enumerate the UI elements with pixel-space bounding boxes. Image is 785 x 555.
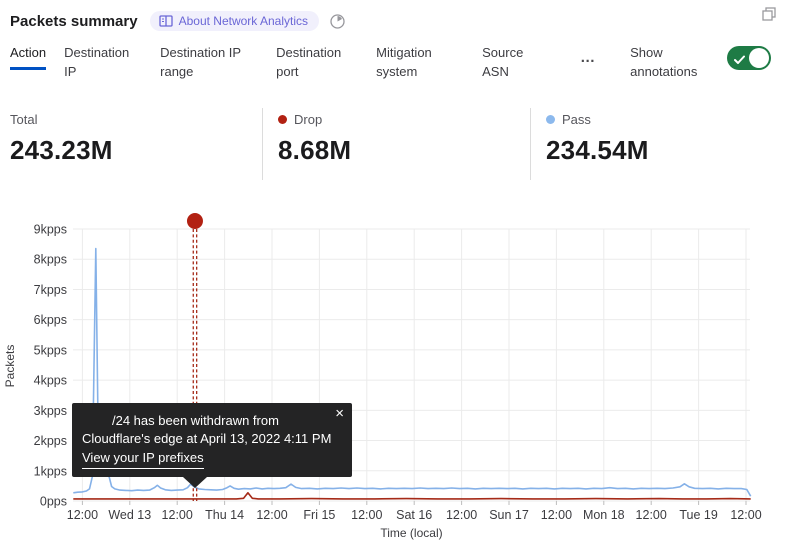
y-tick-label: 7kpps [34,283,67,297]
stat-label: Drop [294,112,322,127]
tab-destination-port[interactable]: Destination port [276,44,358,82]
tab-label: Action [10,44,46,70]
x-tick-label: Sun 17 [489,508,529,522]
x-tick-label: Tue 19 [679,508,718,522]
card-header: Packets summary About Network Analytics [10,8,775,34]
tooltip-line1: /24 has been withdrawn from [82,412,342,430]
x-tick-label: Wed 13 [108,508,151,522]
show-annotations-toggle[interactable] [727,46,771,70]
x-tick-label: Mon 18 [583,508,625,522]
stat-value: 243.23M [10,135,262,166]
y-tick-label: 8kpps [34,253,67,267]
tab-mitigation-system[interactable]: Mitigation system [376,44,464,82]
time-range-icon[interactable] [329,13,346,30]
tab-destination-ip[interactable]: Destination IP [64,44,142,82]
x-tick-label: 12:00 [256,508,287,522]
badge-label: About Network Analytics [179,14,308,28]
more-tabs-button[interactable]: … [580,44,596,73]
y-tick-label: 4kpps [34,374,67,388]
check-icon [734,52,745,71]
annotation-marker[interactable] [187,213,203,229]
drop-legend-dot [278,115,287,124]
packets-chart: 9kpps 8kpps 7kpps 6kpps 5kpps 4kpps 3kpps 2kpps… [0,200,785,550]
x-tick-label: 12:00 [730,508,761,522]
x-tick-label: Fri 15 [303,508,335,522]
book-icon [159,15,173,27]
x-tick-label: 12:00 [351,508,382,522]
dimension-tabs: Action Destination IP Destination IP range… [10,44,785,82]
stats-row: Total 243.23M Drop 8.68M Pass 234.54M [10,108,770,180]
stat-value: 234.54M [546,135,770,166]
close-icon[interactable]: × [335,405,344,423]
y-tick-label: 0pps [40,495,67,509]
x-tick-label: 12:00 [67,508,98,522]
y-tick-label: 3kpps [34,404,67,418]
tab-label: Destination IP [64,45,129,79]
tooltip-line2: Cloudflare's edge at April 13, 2022 4:11… [82,430,342,448]
stat-total: Total 243.23M [10,108,262,180]
show-annotations-label: Show annotations [630,44,709,82]
x-tick-label: 12:00 [162,508,193,522]
stat-pass: Pass 234.54M [530,108,770,180]
series-drop-line [73,493,750,499]
tab-label: Mitigation system [376,45,432,79]
x-tick-label: 12:00 [636,508,667,522]
pass-legend-dot [546,115,555,124]
x-tick-label: Thu 14 [205,508,244,522]
y-tick-label: 2kpps [34,434,67,448]
popout-icon[interactable] [761,6,777,27]
x-tick-label: 12:00 [446,508,477,522]
view-ip-prefixes-link[interactable]: View your IP prefixes [82,449,204,469]
page-title: Packets summary [10,13,138,30]
tab-label: Source ASN [482,45,523,79]
x-tick-label: 12:00 [541,508,572,522]
toggle-knob [749,48,769,68]
tab-action[interactable]: Action [10,44,46,70]
y-tick-label: 6kpps [34,313,67,327]
y-tick-label: 9kpps [34,223,67,237]
x-tick-label: Sat 16 [396,508,432,522]
stat-label: Pass [562,112,591,127]
x-axis-title: Time (local) [380,526,442,540]
stat-value: 8.68M [278,135,530,166]
about-network-analytics-badge[interactable]: About Network Analytics [150,11,319,31]
tab-destination-ip-range[interactable]: Destination IP range [160,44,258,82]
y-tick-label: 5kpps [34,343,67,357]
tab-label: Destination IP range [160,45,241,79]
stat-drop: Drop 8.68M [262,108,530,180]
stat-label: Total [10,112,37,127]
y-tick-label: 1kpps [34,464,67,478]
tab-source-asn[interactable]: Source ASN [482,44,534,82]
y-axis-title: Packets [3,345,17,388]
annotation-tooltip: × /24 has been withdrawn from Cloudflare… [72,403,352,477]
tab-label: Destination port [276,45,341,79]
